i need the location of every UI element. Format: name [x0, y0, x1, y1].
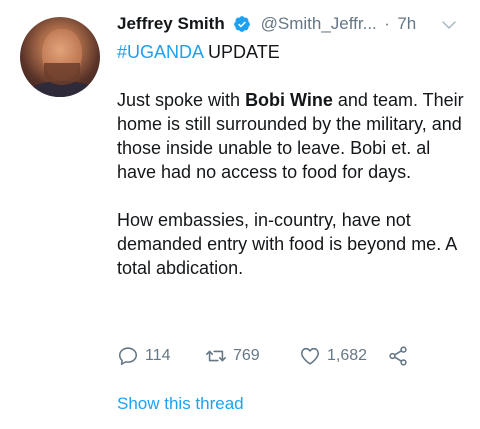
verified-badge-icon [234, 16, 251, 32]
tweet-header: Jeffrey Smith @Smith_Jeffr... · 7h [117, 14, 467, 38]
action-bar: 114 769 1,682 [117, 344, 447, 368]
timestamp[interactable]: 7h [397, 14, 416, 33]
chevron-down-icon[interactable] [440, 16, 458, 34]
reply-count: 114 [145, 347, 171, 364]
reply-icon [118, 347, 138, 366]
author-handle[interactable]: @Smith_Jeffr... [261, 14, 377, 33]
mention-bold: Bobi Wine [245, 90, 333, 110]
retweet-count: 769 [233, 347, 260, 364]
separator-dot: · [384, 14, 390, 33]
show-thread-link[interactable]: Show this thread [117, 394, 244, 414]
tweet-text: #UGANDA UPDATE Just spoke with Bobi Wine… [117, 40, 467, 280]
reply-button[interactable]: 114 [117, 344, 171, 368]
retweet-icon [206, 350, 226, 362]
heart-icon [300, 347, 320, 365]
like-button[interactable]: 1,682 [299, 344, 367, 368]
tweet-card[interactable]: Jeffrey Smith @Smith_Jeffr... · 7h #UGAN… [0, 0, 480, 429]
hashtag-link[interactable]: #UGANDA [117, 42, 203, 62]
tweet-paragraph-1: Just spoke with Bobi Wine and team. Thei… [117, 88, 467, 184]
avatar-beard [44, 63, 80, 85]
avatar[interactable] [20, 17, 100, 97]
tag-suffix: UPDATE [203, 42, 280, 62]
author-name[interactable]: Jeffrey Smith [117, 14, 225, 33]
like-count: 1,682 [327, 347, 368, 364]
share-icon [389, 346, 407, 366]
para1-start: Just spoke with [117, 90, 246, 110]
share-button[interactable] [387, 344, 415, 368]
tweet-tag-line: #UGANDA UPDATE [117, 40, 467, 64]
tweet-paragraph-2: How embassies, in-country, have not dema… [117, 210, 457, 278]
retweet-button[interactable]: 769 [205, 344, 260, 368]
